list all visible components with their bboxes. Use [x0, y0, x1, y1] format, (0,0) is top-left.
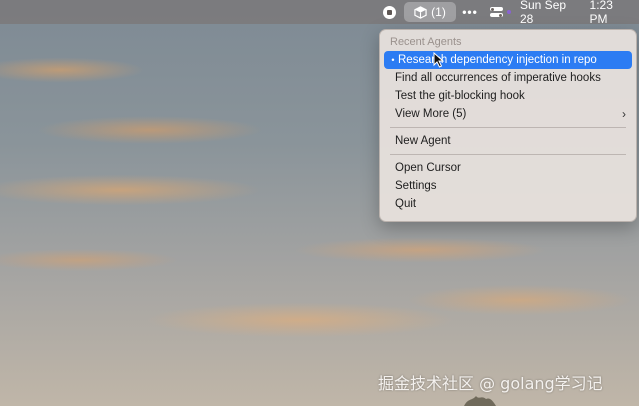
record-stop-icon[interactable] [380, 0, 398, 24]
more-dots-icon[interactable]: ••• [461, 0, 479, 24]
menu-separator [390, 127, 626, 128]
cursor-menu-extra[interactable]: (1) [404, 2, 456, 22]
tree-silhouette [464, 396, 496, 406]
watermark-text: 掘金技术社区 @ golang学习记 [378, 374, 603, 393]
cursor-agents-menu: Recent Agents • Research dependency injec… [379, 29, 637, 222]
menu-item-view-more[interactable]: View More (5) › [384, 105, 632, 123]
menu-item-quit[interactable]: Quit [384, 195, 632, 213]
control-center-icon[interactable] [487, 0, 505, 24]
menu-item-recent-agent-1[interactable]: • Research dependency injection in repo [384, 51, 632, 69]
menu-item-open-cursor[interactable]: Open Cursor [384, 159, 632, 177]
agent-count-badge: (1) [431, 5, 446, 19]
menu-item-recent-agent-2[interactable]: Find all occurrences of imperative hooks [384, 69, 632, 87]
menu-item-recent-agent-3[interactable]: Test the git-blocking hook [384, 87, 632, 105]
menubar-clock[interactable]: Sun Sep 28 1:23 PM [520, 0, 632, 26]
time-label: 1:23 PM [589, 0, 613, 26]
menu-separator [390, 154, 626, 155]
recent-agents-header: Recent Agents [390, 36, 462, 48]
menu-bar: (1) ••• Sun Sep 28 1:23 PM [0, 0, 639, 26]
menu-item-new-agent[interactable]: New Agent [384, 132, 632, 150]
chevron-right-icon: › [622, 107, 626, 121]
active-bullet-icon: • [391, 55, 395, 65]
menu-item-settings[interactable]: Settings [384, 177, 632, 195]
purple-status-dot [506, 0, 512, 24]
cursor-cube-icon [414, 5, 427, 19]
mouse-pointer-icon [433, 52, 445, 68]
date-label: Sun Sep 28 [520, 0, 567, 26]
